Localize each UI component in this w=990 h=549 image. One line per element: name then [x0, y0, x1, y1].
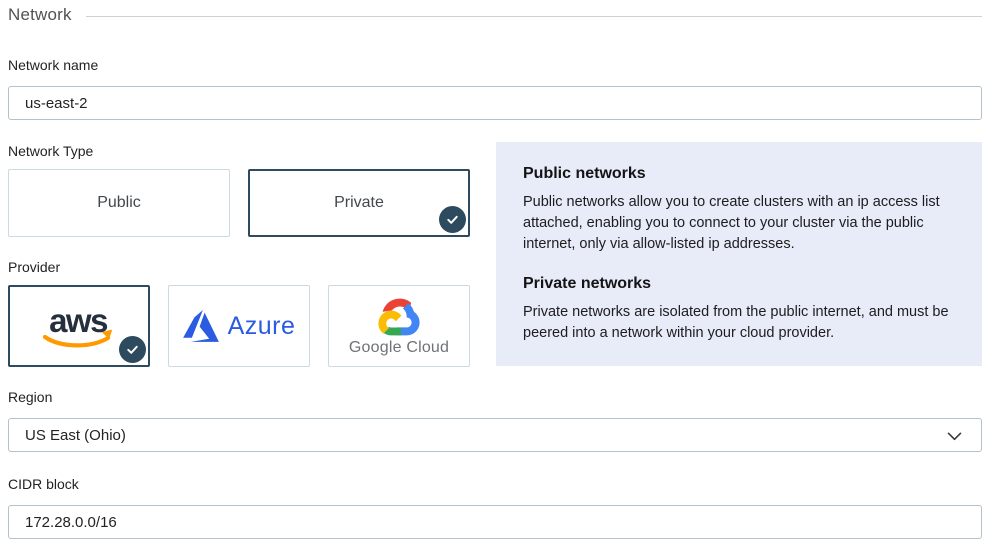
- chevron-down-icon: [947, 432, 962, 441]
- checkmark-glyph: [444, 211, 461, 228]
- private-networks-info: Private networks Private networks are is…: [523, 275, 954, 344]
- section-header: Network: [8, 5, 982, 25]
- public-networks-heading: Public networks: [523, 165, 954, 183]
- network-name-input[interactable]: [8, 86, 982, 120]
- azure-logo-icon: [183, 310, 219, 342]
- cidr-block-label: CIDR block: [8, 476, 982, 493]
- azure-logo-wrap: Azure: [183, 310, 296, 342]
- network-type-public-label: Public: [97, 194, 141, 212]
- section-title: Network: [8, 5, 72, 25]
- network-type-public-button[interactable]: Public: [8, 169, 230, 237]
- google-cloud-logo-text: Google Cloud: [349, 339, 449, 357]
- network-info-panel: Public networks Public networks allow yo…: [496, 142, 982, 366]
- private-networks-heading: Private networks: [523, 275, 954, 293]
- google-cloud-logo-icon: [378, 296, 420, 336]
- network-form: Network Network name Network Type Public…: [0, 0, 990, 549]
- check-icon: [119, 336, 146, 363]
- public-networks-description: Public networks allow you to create clus…: [523, 192, 954, 255]
- aws-logo-icon: aws: [35, 301, 123, 351]
- azure-logo-text: Azure: [228, 312, 296, 341]
- google-cloud-logo-wrap: Google Cloud: [349, 296, 449, 357]
- section-divider: [86, 16, 982, 17]
- provider-label: Provider: [8, 259, 471, 276]
- network-type-private-button[interactable]: Private: [248, 169, 470, 237]
- public-networks-info: Public networks Public networks allow yo…: [523, 165, 954, 255]
- check-icon: [439, 206, 466, 233]
- network-type-label: Network Type: [8, 143, 471, 160]
- provider-google-cloud-button[interactable]: Google Cloud: [328, 285, 470, 367]
- private-networks-description: Private networks are isolated from the p…: [523, 302, 954, 344]
- provider-azure-button[interactable]: Azure: [168, 285, 310, 367]
- type-provider-row: Network Type Public Private Provider: [8, 143, 982, 367]
- region-selected-value: US East (Ohio): [25, 427, 126, 444]
- provider-options: aws: [8, 285, 471, 367]
- network-type-private-label: Private: [334, 194, 384, 212]
- provider-aws-button[interactable]: aws: [8, 285, 150, 367]
- network-type-options: Public Private: [8, 169, 471, 237]
- svg-text:aws: aws: [49, 302, 107, 339]
- left-column: Network Type Public Private Provider: [8, 143, 471, 367]
- cidr-block-input[interactable]: [8, 505, 982, 539]
- checkmark-glyph: [124, 341, 141, 358]
- region-label: Region: [8, 389, 982, 406]
- network-name-label: Network name: [8, 57, 982, 74]
- region-select[interactable]: US East (Ohio): [8, 418, 982, 452]
